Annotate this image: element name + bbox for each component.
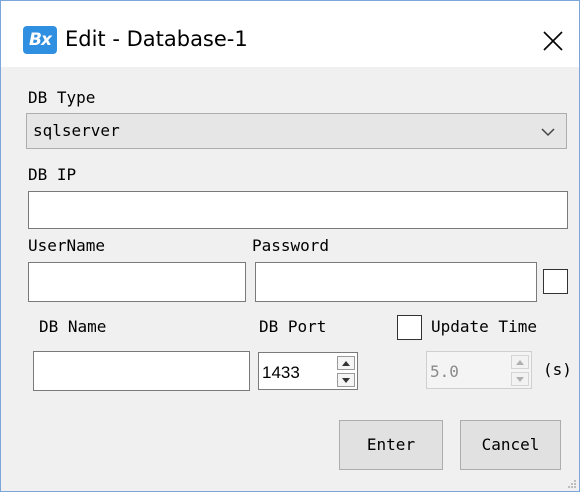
- chevron-down-icon: [541, 128, 555, 137]
- spin-down-icon: [342, 377, 350, 383]
- db-port-up-button[interactable]: [337, 356, 355, 370]
- spin-up-icon: [342, 360, 350, 366]
- close-icon: [543, 31, 563, 51]
- db-ip-label: DB IP: [28, 165, 77, 184]
- spin-up-icon: [516, 359, 524, 365]
- edit-database-dialog: Bx Edit - Database-1 DB Type sqlserver D…: [0, 0, 580, 492]
- update-time-checkbox[interactable]: [397, 315, 422, 340]
- title-bar: Bx Edit - Database-1: [1, 1, 579, 67]
- window-title: Edit - Database-1: [65, 27, 248, 51]
- app-icon: Bx: [23, 26, 57, 54]
- spin-down-icon: [516, 376, 524, 382]
- update-time-value: 5.0: [430, 362, 459, 381]
- db-type-label: DB Type: [28, 88, 96, 107]
- db-port-value: 1433: [262, 363, 300, 382]
- username-field[interactable]: [28, 262, 246, 302]
- db-name-label: DB Name: [39, 317, 107, 336]
- update-time-down-button[interactable]: [511, 372, 529, 386]
- password-field[interactable]: [255, 262, 537, 302]
- db-port-stepper[interactable]: 1433: [258, 352, 358, 390]
- db-port-label: DB Port: [259, 317, 327, 336]
- db-port-down-button[interactable]: [337, 373, 355, 387]
- resize-grip-icon[interactable]: [566, 478, 576, 488]
- username-label: UserName: [28, 236, 106, 255]
- cancel-button[interactable]: Cancel: [460, 420, 561, 470]
- password-label: Password: [252, 236, 330, 255]
- db-ip-field[interactable]: [28, 191, 568, 229]
- enter-button[interactable]: Enter: [339, 420, 443, 470]
- show-password-checkbox[interactable]: [543, 269, 568, 294]
- db-name-field[interactable]: [33, 351, 250, 391]
- db-type-dropdown[interactable]: sqlserver: [26, 113, 567, 149]
- seconds-unit-label: (s): [543, 360, 572, 379]
- update-time-up-button[interactable]: [511, 355, 529, 369]
- update-time-stepper[interactable]: 5.0: [426, 351, 532, 389]
- update-time-label: Update Time: [431, 317, 537, 336]
- close-button[interactable]: [537, 25, 569, 57]
- db-type-value: sqlserver: [33, 121, 120, 140]
